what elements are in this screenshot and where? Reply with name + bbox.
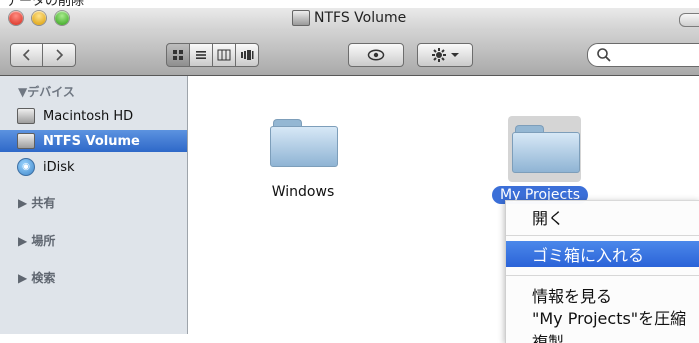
page-caption: データの削除	[0, 0, 699, 8]
menu-separator	[506, 235, 699, 236]
file-label-windows[interactable]: Windows	[260, 184, 346, 200]
sidebar-item-label: NTFS Volume	[43, 133, 140, 149]
column-view-icon	[217, 49, 231, 61]
places-section-header[interactable]: ▶ 場所	[18, 232, 55, 249]
sidebar-item-label: iDisk	[43, 159, 75, 175]
hard-drive-icon	[17, 133, 35, 149]
menu-item-open[interactable]: 開く	[506, 204, 699, 230]
idisk-icon: ◉	[17, 158, 35, 176]
icon-view-button[interactable]	[166, 43, 190, 67]
menu-separator	[506, 275, 699, 276]
sidebar-item-label: Macintosh HD	[43, 108, 134, 124]
page-caption-text: データの削除	[6, 0, 85, 8]
minimize-button-icon[interactable]	[32, 11, 46, 25]
close-button-icon[interactable]	[9, 11, 23, 25]
toolbar	[0, 30, 699, 76]
search-field[interactable]	[587, 43, 699, 67]
menu-item-compress[interactable]: "My Projects"を圧縮	[506, 304, 699, 330]
action-menu-button[interactable]	[417, 43, 473, 67]
quick-look-eye-icon	[367, 49, 385, 61]
column-view-button[interactable]	[212, 43, 236, 67]
chevron-down-icon	[451, 53, 459, 57]
hard-drive-icon	[292, 10, 310, 26]
action-gear-icon	[432, 48, 446, 62]
folder-icon[interactable]	[270, 119, 338, 167]
coverflow-view-button[interactable]	[235, 43, 259, 67]
menu-item-move-to-trash[interactable]: ゴミ箱に入れる	[506, 241, 699, 267]
devices-section-header[interactable]: ▼デバイス	[18, 83, 75, 100]
window-title-group: NTFS Volume	[292, 10, 406, 26]
shared-section-header[interactable]: ▶ 共有	[18, 194, 55, 211]
menu-item-duplicate[interactable]: 複製	[506, 328, 699, 343]
icon-view-icon	[173, 50, 183, 60]
finder-window: NTFS Volume ▼デバイス Macintosh HD NTFS Volu…	[0, 8, 699, 343]
folder-icon[interactable]	[512, 125, 580, 173]
coverflow-view-icon	[241, 50, 254, 60]
zoom-button-icon[interactable]	[55, 11, 69, 25]
list-view-button[interactable]	[189, 43, 213, 67]
context-menu: 開く ゴミ箱に入れる 情報を見る "My Projects"を圧縮 複製	[505, 200, 699, 343]
sidebar-item-ntfs-volume[interactable]: NTFS Volume	[0, 130, 187, 152]
titlebar: NTFS Volume	[0, 8, 699, 30]
window-title: NTFS Volume	[314, 10, 407, 26]
quick-look-button[interactable]	[348, 43, 404, 67]
sidebar-item-macintosh-hd[interactable]: Macintosh HD	[0, 105, 187, 127]
sidebar-item-idisk[interactable]: ◉ iDisk	[0, 156, 187, 178]
search-for-section-header[interactable]: ▶ 検索	[18, 269, 55, 286]
back-icon	[22, 49, 30, 61]
search-icon	[597, 48, 611, 62]
sidebar: ▼デバイス Macintosh HD NTFS Volume ◉ iDisk ▶…	[0, 76, 188, 334]
forward-button[interactable]	[42, 43, 76, 67]
forward-icon	[56, 49, 64, 61]
hard-drive-icon	[17, 108, 35, 124]
back-button[interactable]	[10, 43, 44, 67]
toolbar-toggle-button[interactable]	[679, 13, 699, 27]
list-view-icon	[196, 51, 206, 59]
